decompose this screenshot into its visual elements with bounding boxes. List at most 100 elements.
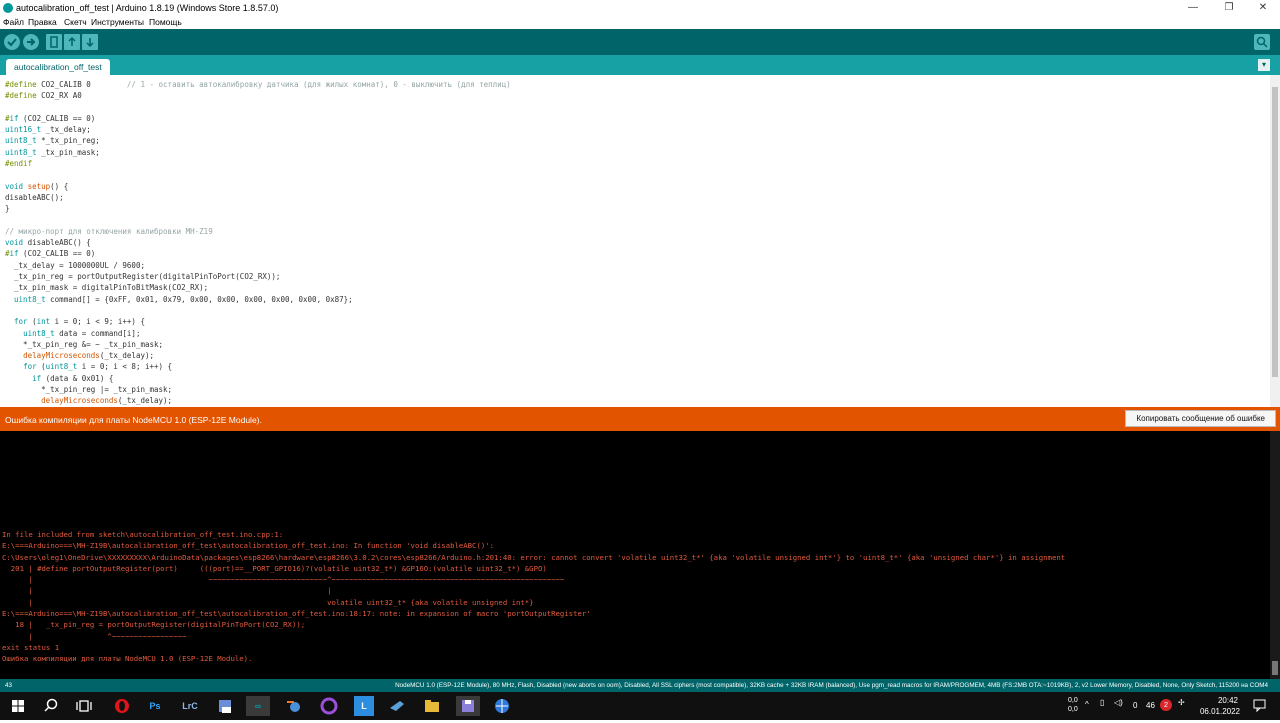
line-number: 43 [5, 682, 13, 689]
tray-chevron-icon[interactable]: ^ [1085, 700, 1089, 709]
code-line: delayMicroseconds(_tx_delay); [23, 351, 155, 361]
console-text: In file included from sketch\autocalibra… [2, 529, 1065, 665]
copy-error-button[interactable]: Копировать сообщение об ошибке [1125, 410, 1276, 427]
notifications-icon[interactable] [1253, 697, 1267, 715]
code-line: delayMicroseconds(_tx_delay); [41, 396, 173, 406]
lightroom-icon[interactable]: LrC [180, 696, 200, 716]
menu-file[interactable]: Файл [3, 17, 24, 27]
code-text: #define CO2_CALIB 0 // 1 - оставить авто… [5, 79, 511, 407]
console-output[interactable]: In file included from sketch\autocalibra… [0, 431, 1270, 679]
new-icon[interactable] [46, 34, 62, 50]
code-line: ​ [5, 215, 511, 226]
serial-monitor-icon[interactable] [1254, 34, 1270, 50]
code-line: void setup() { [5, 181, 69, 191]
close-button[interactable]: ✕ [1246, 0, 1280, 16]
code-line: uint8_t *_tx_pin_reg; [5, 136, 100, 146]
console-line: 18 | _tx_pin_reg = portOutputRegister(di… [2, 620, 306, 630]
notification-badge[interactable]: 2 [1160, 699, 1172, 711]
board-info: NodeMCU 1.0 (ESP-12E Module), 80 MHz, Fl… [395, 682, 1268, 689]
photoshop-icon[interactable]: Ps [145, 696, 165, 716]
tray-count-1: 0 [1133, 701, 1138, 710]
steam-icon[interactable] [387, 696, 407, 716]
toolbar [0, 29, 1280, 55]
code-line: ​ [5, 305, 511, 316]
verify-icon[interactable] [4, 34, 20, 50]
menu-sketch[interactable]: Скетч [64, 17, 87, 27]
tab-menu-icon[interactable]: ▾ [1258, 59, 1270, 71]
console-line: C:\Users\oleg1\OneDrive\XXXXXXXXX\Arduin… [2, 552, 1066, 562]
error-bar: Ошибка компиляции для платы NodeMCU 1.0 … [0, 407, 1280, 431]
network-speed-up: 0,0 [1068, 697, 1078, 704]
code-line: for (uint8_t i = 0; i < 8; i++) { [23, 362, 173, 372]
console-scrollbar[interactable] [1270, 431, 1280, 679]
code-line: #if (CO2_CALIB == 0) [5, 113, 96, 123]
code-line: #define CO2_RX A0 [5, 91, 82, 101]
editor-scroll-thumb[interactable] [1272, 87, 1278, 377]
browser-icon[interactable] [492, 696, 512, 716]
console-line: E:\===Arduino===\MH-Z19B\autocalibration… [2, 541, 495, 551]
code-line: ​ [5, 102, 511, 113]
task-view-icon[interactable] [74, 696, 94, 716]
clock-time[interactable]: 20:42 [1210, 696, 1246, 705]
opera-icon[interactable] [112, 696, 132, 716]
onenote-icon[interactable] [319, 696, 339, 716]
code-line: _tx_pin_reg = portOutputRegister(digital… [5, 272, 281, 282]
menu-help[interactable]: Помощь [149, 17, 182, 27]
arduino-icon[interactable]: ∞ [246, 696, 270, 716]
code-editor[interactable]: #define CO2_CALIB 0 // 1 - оставить авто… [0, 75, 1270, 407]
open-icon[interactable] [64, 34, 80, 50]
console-line: | ~~~~~~~~~~~~~~~~~~~~~~~~~~~^~~~~~~~~~~… [2, 575, 565, 585]
bluetooth-icon[interactable]: ✢ [1178, 698, 1185, 707]
status-bar: 43 NodeMCU 1.0 (ESP-12E Module), 80 MHz,… [0, 679, 1280, 692]
code-line: _tx_delay = 1000000UL / 9600; [5, 260, 145, 270]
code-line: disableABC(); [5, 192, 64, 202]
code-line: // микро-порт для отключения калибровки … [5, 226, 213, 236]
code-line: if (data & 0x01) { [32, 373, 114, 383]
tab-sketch[interactable]: autocalibration_off_test [6, 59, 110, 75]
code-line: #if (CO2_CALIB == 0) [5, 249, 96, 259]
editor-scrollbar[interactable] [1270, 75, 1280, 407]
maximize-button[interactable]: ❐ [1212, 0, 1246, 16]
windows-taskbar: Ps LrC ∞ L 0,0 0,0 ^ ▯ ◁) 0 46 2 ✢ 20:42… [0, 692, 1280, 720]
console-line: | volatile uint32_t* {aka volatile unsig… [2, 597, 534, 607]
console-line: Ошибка компиляции для платы NodeMCU 1.0 … [2, 654, 253, 664]
code-line: for (int i = 0; i < 9; i++) { [14, 317, 145, 327]
code-line: ​ [5, 169, 511, 180]
error-message: Ошибка компиляции для платы NodeMCU 1.0 … [5, 415, 262, 425]
console-line: | ^~~~~~~~~~~~~~~~~~ [2, 631, 187, 641]
menu-tools[interactable]: Инструменты [91, 17, 144, 27]
windows-start-icon[interactable] [8, 696, 28, 716]
code-line: uint8_t command[] = {0xFF, 0x01, 0x79, 0… [14, 294, 353, 304]
battery-icon[interactable]: ▯ [1100, 698, 1104, 707]
upload-icon[interactable] [23, 34, 39, 50]
launcher-icon[interactable]: L [354, 696, 374, 716]
code-line: uint8_t _tx_pin_mask; [5, 147, 100, 157]
arduino-ide-window: autocalibration_off_test | Arduino 1.8.1… [0, 0, 1280, 720]
save-icon[interactable] [82, 34, 98, 50]
menu-edit[interactable]: Правка [28, 17, 57, 27]
window-title: autocalibration_off_test | Arduino 1.8.1… [16, 3, 279, 13]
title-bar: autocalibration_off_test | Arduino 1.8.1… [0, 0, 1280, 16]
code-line: #endif [5, 159, 33, 169]
menu-bar: Файл Правка Скетч Инструменты Помощь [0, 16, 1280, 29]
search-icon[interactable] [41, 696, 61, 716]
volume-icon[interactable]: ◁) [1114, 698, 1123, 707]
tab-strip: autocalibration_off_test ▾ [0, 55, 1280, 75]
blender-icon[interactable] [284, 696, 304, 716]
code-line: } [5, 204, 10, 214]
code-line: *_tx_pin_reg &= ~ _tx_pin_mask; [5, 339, 164, 349]
code-line: _tx_pin_mask = digitalPinToBitMask(CO2_R… [5, 283, 209, 293]
console-scroll-thumb[interactable] [1272, 661, 1278, 675]
save-app-icon[interactable] [456, 696, 480, 716]
clock-date[interactable]: 06.01.2022 [1194, 707, 1240, 716]
tray-count-2: 46 [1146, 701, 1155, 710]
code-line: uint16_t _tx_delay; [5, 125, 91, 135]
minimize-button[interactable]: — [1176, 0, 1210, 16]
console-line: 201 | #define portOutputRegister(port) (… [2, 563, 547, 573]
console-line: E:\===Arduino===\MH-Z19B\autocalibration… [2, 609, 591, 619]
console-line: exit status 1 [2, 642, 60, 652]
folder-icon[interactable] [422, 696, 442, 716]
code-line: uint8_t data = command[i]; [23, 328, 141, 338]
app-icon[interactable] [215, 696, 235, 716]
code-line: void disableABC() { [5, 238, 91, 248]
